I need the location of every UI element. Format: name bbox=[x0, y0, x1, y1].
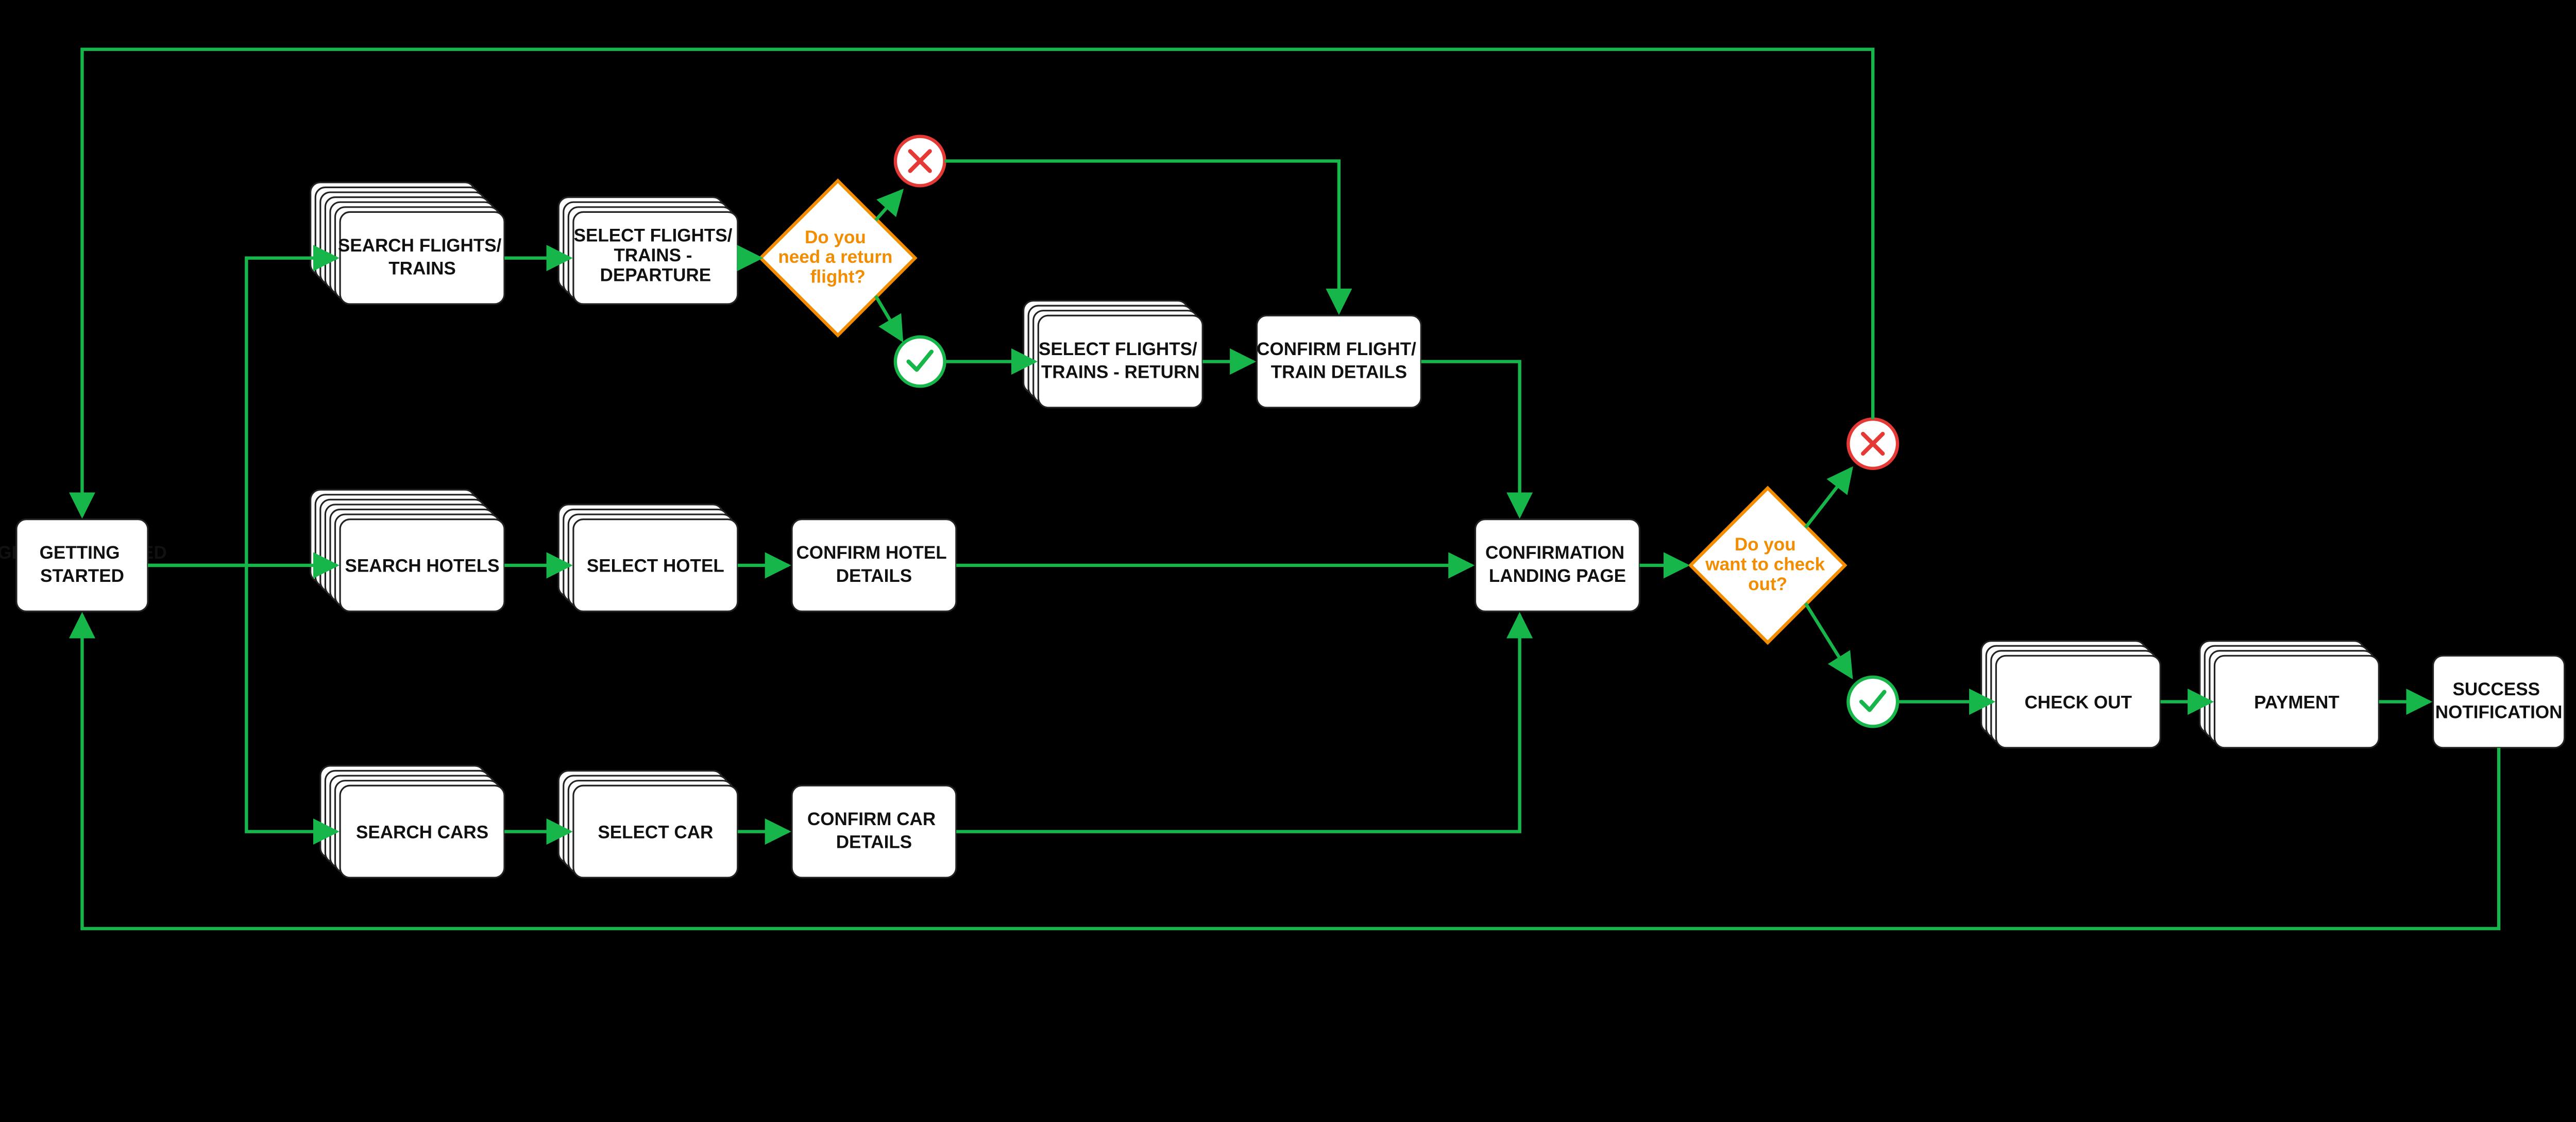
l3: flight? bbox=[810, 266, 866, 287]
label: PAYMENT bbox=[2254, 692, 2340, 712]
decision-want-checkout: Do you want to check out? bbox=[1690, 488, 1845, 643]
label-l3: DEPARTURE bbox=[600, 265, 711, 285]
label-l1: CONFIRM HOTEL bbox=[796, 543, 946, 563]
label-l1: CONFIRM FLIGHT/ bbox=[1257, 339, 1416, 359]
svg-text:SEARCH HOTELS: SEARCH HOTELS bbox=[345, 556, 500, 576]
label-l2: DETAILS bbox=[836, 566, 912, 586]
node-search-flights: SEARCH FLIGHTS/ TRAINS bbox=[311, 182, 506, 304]
node-confirm-flight-details: CONFIRM FLIGHT/ TRAIN DETAILS bbox=[1257, 315, 1421, 408]
label-l2: TRAINS - bbox=[614, 245, 692, 265]
svg-text:SEARCH CARS: SEARCH CARS bbox=[356, 822, 488, 842]
label: SELECT CAR bbox=[598, 822, 713, 842]
label-l1: SEARCH FLIGHTS/ bbox=[338, 236, 502, 256]
node-select-flights-departure: SELECT FLIGHTS/ TRAINS - DEPARTURE bbox=[558, 197, 738, 304]
label-l2: TRAINS bbox=[388, 259, 456, 279]
l1: Do you bbox=[805, 227, 866, 247]
node-search-cars: SEARCH CARS bbox=[320, 766, 504, 878]
label-l1: SELECT FLIGHTS/ bbox=[574, 226, 733, 246]
label-l2: DETAILS bbox=[836, 832, 912, 852]
label: SEARCH CARS bbox=[356, 822, 488, 842]
node-confirm-car-details: CONFIRM CAR DETAILS bbox=[792, 785, 956, 878]
node-check-out: CHECK OUT bbox=[1981, 641, 2161, 748]
node-select-hotel: SELECT HOTEL bbox=[558, 505, 738, 611]
svg-text:CHECK OUT: CHECK OUT bbox=[2025, 692, 2132, 712]
yes-icon bbox=[895, 337, 945, 387]
l2: want to check bbox=[1705, 554, 1825, 574]
node-confirmation-landing: CONFIRMATION LANDING PAGE bbox=[1476, 520, 1640, 612]
l2: need a return bbox=[778, 247, 892, 267]
label-l1: CONFIRM CAR bbox=[807, 809, 936, 829]
no-icon bbox=[1848, 419, 1897, 468]
node-search-hotels: SEARCH HOTELS bbox=[311, 490, 504, 611]
svg-text:SELECT HOTEL: SELECT HOTEL bbox=[587, 556, 724, 576]
label-l2: TRAIN DETAILS bbox=[1271, 362, 1407, 382]
label: SEARCH HOTELS bbox=[345, 556, 500, 576]
label-l2: NOTIFICATION bbox=[2435, 702, 2563, 722]
label-l1: CONFIRMATION bbox=[1485, 543, 1624, 563]
svg-text:SELECT CAR: SELECT CAR bbox=[598, 822, 713, 842]
l3: out? bbox=[1748, 574, 1787, 594]
flow-diagram: GETTING STARTED GETTING STARTED SEARCH F… bbox=[0, 0, 2576, 961]
no-icon bbox=[895, 137, 945, 186]
label-l1: SELECT FLIGHTS/ bbox=[1039, 339, 1197, 359]
label: CHECK OUT bbox=[2025, 692, 2132, 712]
l1: Do you bbox=[1735, 534, 1796, 555]
node-success-notification: SUCCESS NOTIFICATION bbox=[2433, 656, 2565, 748]
yes-icon bbox=[1848, 677, 1897, 727]
label-l1: SUCCESS bbox=[2452, 679, 2540, 699]
node-select-flights-return: SELECT FLIGHTS/ TRAINS - RETURN bbox=[1024, 301, 1203, 408]
label: SELECT HOTEL bbox=[587, 556, 724, 576]
node-select-car: SELECT CAR bbox=[558, 771, 738, 878]
label-l2: LANDING PAGE bbox=[1489, 566, 1626, 586]
node-payment: PAYMENT bbox=[2200, 641, 2379, 748]
node-confirm-hotel-details: CONFIRM HOTEL DETAILS bbox=[792, 520, 956, 612]
label-l2: TRAINS - RETURN bbox=[1041, 362, 1200, 382]
svg-text:PAYMENT: PAYMENT bbox=[2254, 692, 2340, 712]
